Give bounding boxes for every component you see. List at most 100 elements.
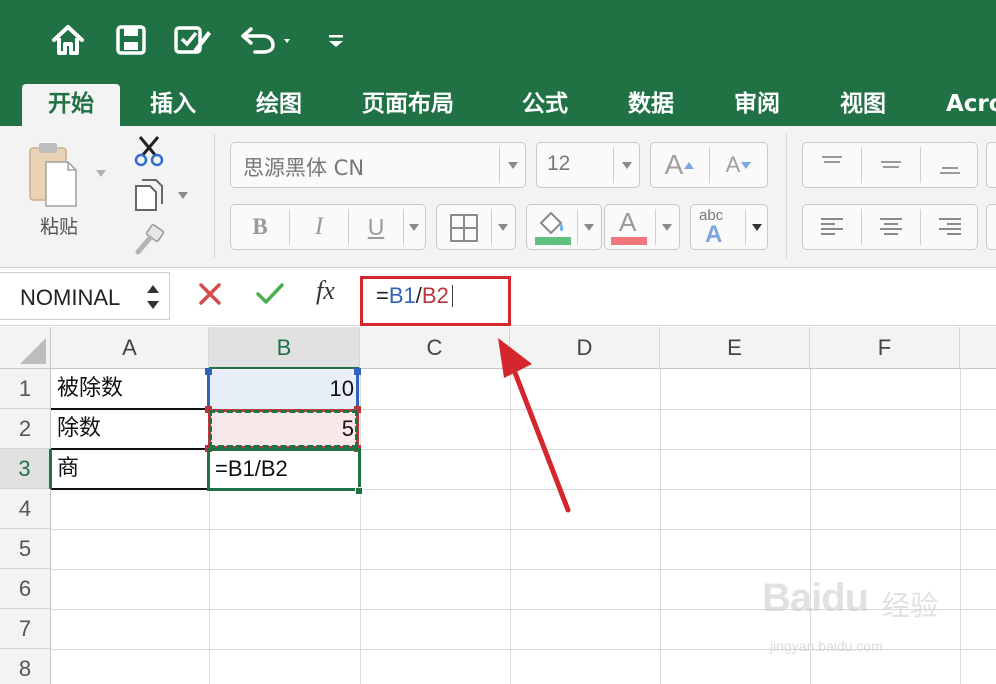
tab-acrobat[interactable]: Acro (946, 84, 996, 126)
align-left-button[interactable] (803, 205, 861, 249)
row-header-1[interactable]: 1 (0, 369, 51, 409)
insert-function-button[interactable]: fx (316, 276, 335, 306)
ref-handle[interactable] (354, 368, 361, 375)
tab-formulas[interactable]: 公式 (522, 84, 568, 126)
grow-font-button[interactable]: A (651, 143, 709, 187)
font-size-select[interactable]: 12 (536, 142, 640, 188)
tab-review[interactable]: 审阅 (734, 84, 780, 126)
button-divider (491, 209, 492, 245)
tab-home[interactable]: 开始 (22, 84, 120, 126)
button-divider (745, 209, 746, 245)
ref-border-b1 (356, 370, 359, 409)
ribbon-separator (786, 134, 787, 258)
align-right-button[interactable] (921, 205, 979, 249)
cell-a1[interactable]: 被除数 (51, 369, 209, 409)
copy-marquee (209, 410, 358, 448)
text-effects-letter: A (705, 221, 723, 248)
ribbon-tabs: 开始 插入 绘图 页面布局 公式 数据 审阅 视图 Acro (0, 80, 996, 126)
column-header-b[interactable]: B (209, 327, 360, 369)
cell-a3[interactable]: 商 (51, 449, 209, 489)
font-color-button[interactable]: A (604, 204, 680, 250)
ribbon-separator (214, 134, 215, 258)
gridline (660, 369, 661, 684)
align-bottom-icon (940, 167, 960, 174)
undo-icon[interactable] (236, 20, 298, 60)
grow-font-letter: A (664, 149, 684, 180)
column-header-a[interactable]: A (51, 327, 209, 369)
font-color-dropdown-icon (662, 224, 672, 231)
column-header-f[interactable]: F (810, 327, 960, 369)
shrink-font-button[interactable]: A (710, 143, 768, 187)
tab-insert[interactable]: 插入 (150, 84, 196, 126)
gridline (51, 569, 996, 570)
align-top-icon (822, 156, 842, 163)
italic-button[interactable]: I (290, 205, 348, 249)
column-header-e[interactable]: E (660, 327, 810, 369)
save-icon[interactable] (112, 20, 150, 60)
tab-page-layout[interactable]: 页面布局 (362, 84, 454, 126)
select-all-triangle-icon (20, 338, 46, 364)
row-header-7[interactable]: 7 (0, 609, 51, 649)
row-header-4[interactable]: 4 (0, 489, 51, 529)
borders-button[interactable] (436, 204, 516, 250)
ref-border-b1 (207, 370, 210, 409)
watermark-url: jingyan.baidu.com (770, 638, 883, 654)
select-divider (613, 147, 614, 183)
confirm-icon[interactable] (254, 280, 286, 312)
text-effects-dropdown-icon (752, 224, 762, 231)
copy-dropdown-icon[interactable] (178, 192, 188, 199)
font-name-select[interactable]: 思源黑体 CN (230, 142, 526, 188)
clipboard-icon (29, 143, 77, 207)
chevron-down-icon (508, 162, 518, 169)
align-bottom-button[interactable] (921, 143, 979, 187)
paste-dropdown-icon[interactable] (96, 170, 106, 177)
button-divider (655, 209, 656, 245)
cut-icon[interactable] (132, 134, 166, 172)
ref-handle[interactable] (205, 368, 212, 375)
row-header-5[interactable]: 5 (0, 529, 51, 569)
cell-b1[interactable]: 10 (209, 369, 360, 409)
bold-button[interactable]: B (231, 205, 289, 249)
align-center-button[interactable] (862, 205, 920, 249)
copy-icon[interactable] (134, 178, 164, 216)
name-box-stepper-icon[interactable] (144, 281, 162, 313)
name-box[interactable]: NOMINAL (0, 272, 170, 320)
format-painter-icon[interactable] (132, 224, 166, 262)
cell-a2[interactable]: 除数 (51, 409, 209, 449)
cancel-icon[interactable] (196, 280, 224, 312)
font-color-swatch (611, 237, 647, 245)
customize-icon[interactable] (322, 20, 350, 60)
row-header-6[interactable]: 6 (0, 569, 51, 609)
row-header-8[interactable]: 8 (0, 649, 51, 684)
annotation-arrow-icon (498, 338, 571, 513)
column-header-g[interactable] (960, 327, 996, 369)
paste-button[interactable] (26, 140, 86, 212)
merge-cells-button[interactable] (986, 204, 996, 250)
select-divider (499, 147, 500, 183)
horizontal-align-group (802, 204, 978, 250)
gridline (360, 369, 361, 684)
select-all-corner[interactable] (0, 327, 51, 369)
text-effects-button[interactable]: abc A (690, 204, 768, 250)
tab-view[interactable]: 视图 (840, 84, 886, 126)
align-middle-button[interactable] (862, 143, 920, 187)
fill-handle[interactable] (355, 487, 363, 495)
wrap-text-button[interactable] (986, 142, 996, 188)
row-header-2[interactable]: 2 (0, 409, 51, 449)
font-style-group: B I U (230, 204, 426, 250)
align-top-button[interactable] (803, 143, 861, 187)
fill-color-button[interactable] (526, 204, 602, 250)
gridline (51, 529, 996, 530)
row-header-3[interactable]: 3 (0, 449, 51, 489)
home-icon[interactable] (48, 20, 88, 60)
underline-button[interactable]: U (349, 205, 403, 249)
tab-draw[interactable]: 绘图 (256, 84, 302, 126)
underline-dropdown-icon[interactable] (409, 224, 419, 231)
edit-icon[interactable] (170, 20, 214, 60)
caret-up-icon (684, 162, 695, 169)
tab-data[interactable]: 数据 (628, 84, 674, 126)
watermark-cn: 经验 (882, 589, 939, 622)
font-name-value: 思源黑体 CN (243, 156, 365, 180)
borders-dropdown-icon (498, 224, 508, 231)
caret-down-icon (741, 162, 752, 169)
